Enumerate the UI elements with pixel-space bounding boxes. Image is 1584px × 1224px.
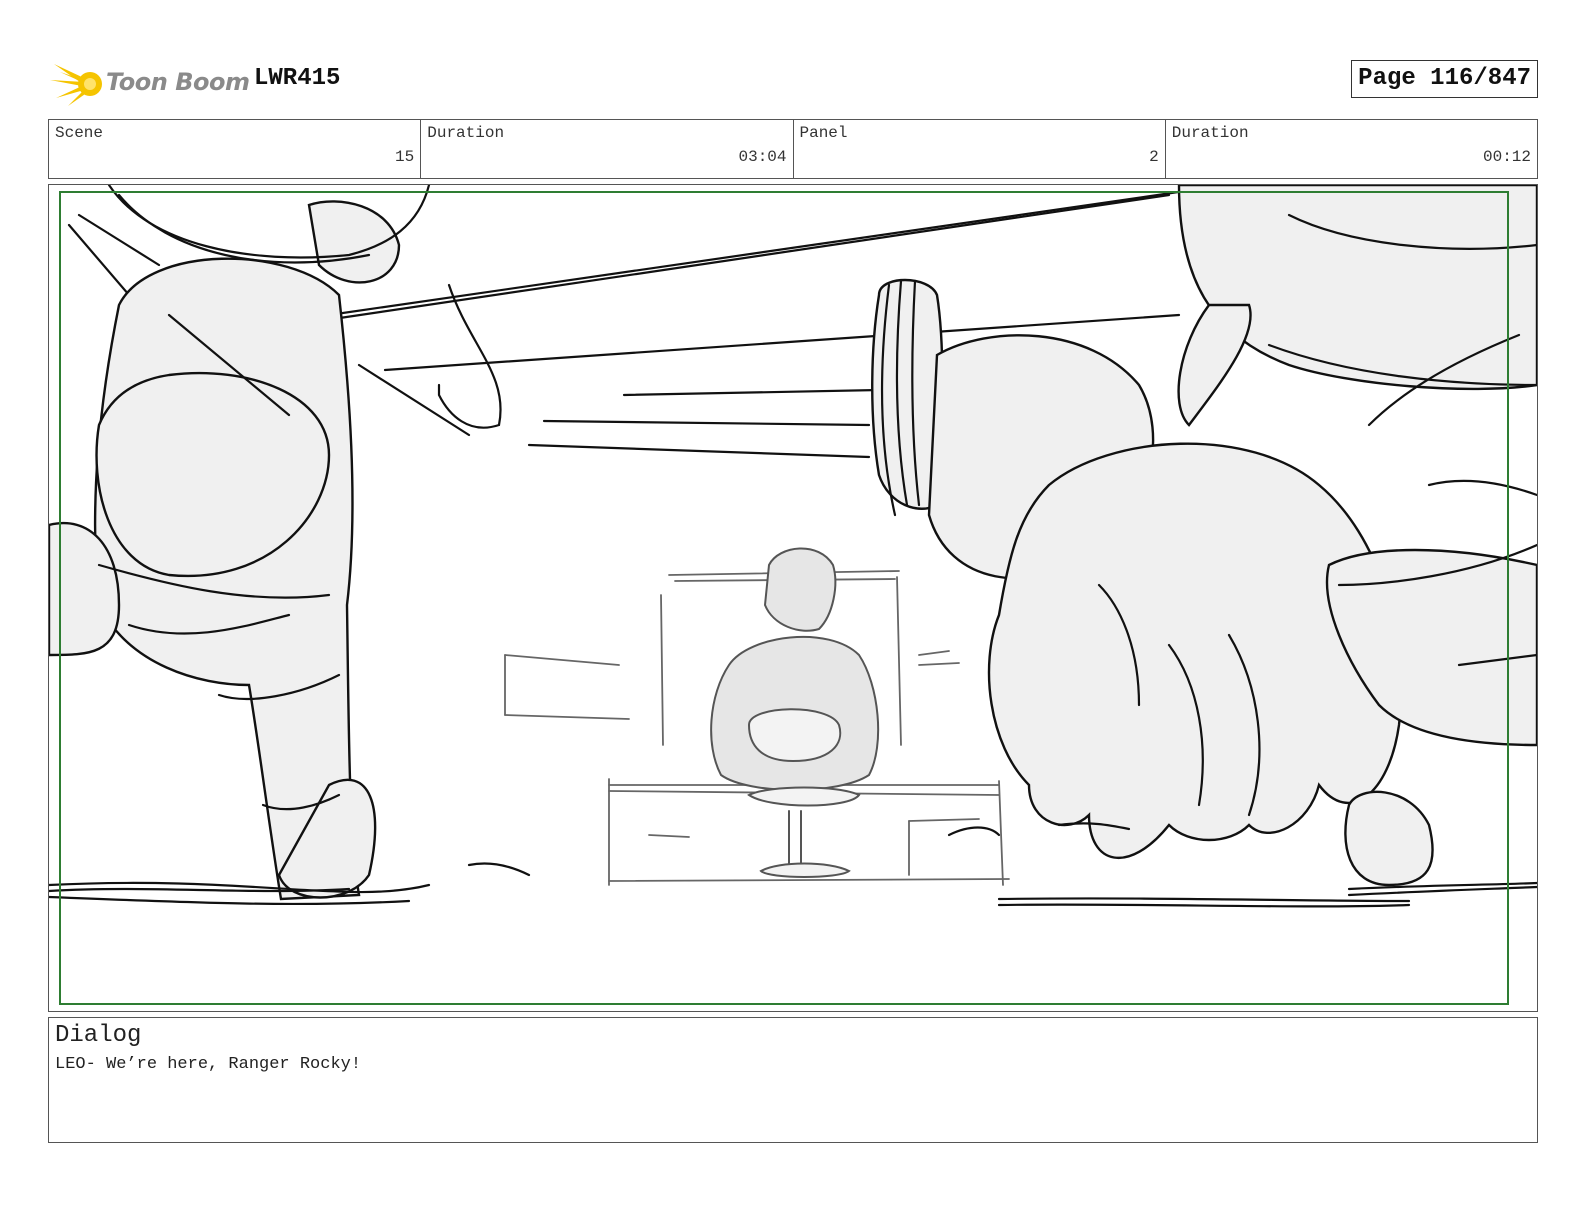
panel-duration-value: 00:12 xyxy=(1482,148,1531,166)
scene-value: 15 xyxy=(395,148,415,166)
logo-text: Toon Boom xyxy=(106,68,250,96)
panel-cell: Panel 2 xyxy=(794,120,1166,178)
scene-cell: Scene 15 xyxy=(49,120,422,178)
panel-duration-cell: Duration 00:12 xyxy=(1166,120,1537,178)
starburst-icon xyxy=(50,64,102,106)
dialog-title: Dialog xyxy=(55,1022,142,1049)
panel-info-table: Scene 15 Duration 03:04 Panel 2 Duration… xyxy=(48,119,1538,179)
page-indicator: Page 116/847 xyxy=(1351,60,1538,98)
project-code: LWR415 xyxy=(254,65,341,92)
panel-value: 2 xyxy=(1149,148,1159,166)
dialog-text: LEO- We’re here, Ranger Rocky! xyxy=(55,1055,362,1074)
panel-label: Panel xyxy=(799,124,848,142)
panel-duration-label: Duration xyxy=(1171,124,1249,142)
dialog-box: Dialog LEO- We’re here, Ranger Rocky! xyxy=(48,1017,1538,1143)
scene-duration-value: 03:04 xyxy=(738,148,787,166)
storyboard-panel xyxy=(48,184,1538,1012)
toon-boom-logo: Toon Boom xyxy=(50,54,250,110)
scene-duration-cell: Duration 03:04 xyxy=(421,120,794,178)
page-header: Toon Boom LWR415 Page 116/847 xyxy=(48,50,1538,110)
scene-duration-label: Duration xyxy=(427,124,505,142)
storyboard-sketch xyxy=(49,185,1537,908)
scene-label: Scene xyxy=(55,124,104,142)
